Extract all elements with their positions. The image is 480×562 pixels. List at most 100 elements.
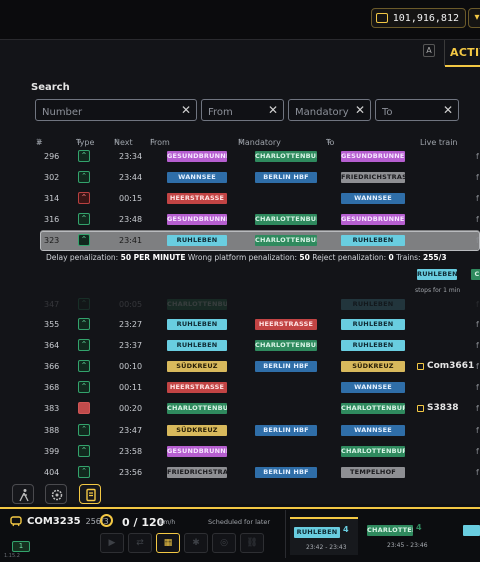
table-row[interactable]: 316 ⌃ 23:48 GESUNDBRUNNEN CHARLOTTENBURG GESU…: [36, 209, 480, 230]
number-field[interactable]: ✕: [35, 99, 197, 123]
walker-button[interactable]: [12, 484, 34, 504]
money-display[interactable]: 101,916,812: [370, 8, 466, 28]
play-button[interactable]: ▶: [100, 533, 124, 553]
trophy-icon[interactable]: ▾: [468, 8, 480, 28]
gear-button[interactable]: [45, 484, 67, 504]
row-trailing: f: [476, 215, 479, 224]
clear-icon[interactable]: ✕: [443, 103, 453, 117]
speed-gauge-icon: [100, 514, 113, 527]
from-station: CHARLOTTENBURG: [167, 403, 227, 414]
table-row[interactable]: 399 ⌃ 23:58 GESUNDBRUNNEN CHARLOTTENBURG f: [36, 441, 480, 462]
next-time: 23:56: [119, 468, 143, 477]
row-trailing: f: [476, 173, 479, 182]
to-field[interactable]: ✕: [375, 99, 459, 123]
train-title[interactable]: COM3235 256/3: [10, 516, 109, 527]
train-name: COM3235: [27, 516, 81, 527]
row-number: 302: [44, 173, 60, 182]
coupling-button[interactable]: ◎: [212, 533, 236, 553]
row-number: 366: [44, 362, 60, 371]
row-trailing: f: [476, 341, 479, 350]
from-station: GESUNDBRUNNEN: [167, 214, 227, 225]
timeline-next-stop[interactable]: [463, 525, 480, 536]
table-row[interactable]: 314 ⌃ 00:15 HEERSTRASSE WANNSEE f: [36, 188, 480, 209]
timeline-station: CHARLOTTENBURG: [367, 525, 413, 536]
train-type-icon: ⌃: [78, 234, 90, 246]
person-icon: [19, 489, 29, 502]
row-trailing: f: [476, 404, 479, 413]
search-title: Search: [31, 82, 70, 93]
from-station: RUHLEBEN: [167, 340, 227, 351]
from-station: HEERSTRASSE: [167, 382, 227, 393]
from-station: WANNSEE: [167, 172, 227, 183]
mandatory-field[interactable]: ✕: [288, 99, 371, 123]
table-row[interactable]: 366 ⌃ 00:10 SÜDKREUZ BERLIN HBF SÜDKREUZ Com36…: [36, 356, 480, 377]
to-station: RUHLEBEN: [341, 340, 405, 351]
table-row[interactable]: 302 ⌃ 23:44 WANNSEE BERLIN HBF FRIEDRICHSTRAS…: [36, 167, 480, 188]
timeline-divider: [285, 510, 286, 558]
table-row[interactable]: 296 ⌃ 23:34 GESUNDBRUNNEN CHARLOTTENBURG GESU…: [36, 146, 480, 167]
schedule-button[interactable]: ▦: [156, 533, 180, 553]
tab-active[interactable]: ACTIVE: [444, 40, 480, 67]
to-station: RUHLEBEN: [341, 319, 405, 330]
from-station: FRIEDRICHSTRASSE: [167, 467, 227, 478]
to-station: CHARLOTTENBURG: [341, 403, 405, 414]
next-time: 23:34: [119, 152, 143, 161]
number-input[interactable]: [36, 102, 196, 123]
to-station: RUHLEBEN: [341, 299, 405, 310]
next-time: 23:44: [119, 173, 143, 182]
stops-text: stops for 1 min: [415, 287, 461, 294]
clear-icon[interactable]: ✕: [181, 103, 191, 117]
platform-number: 4: [343, 525, 349, 534]
next-time: 00:05: [119, 300, 143, 309]
from-station: SÜDKREUZ: [167, 361, 227, 372]
to-station: GESUNDBRUNNEN: [341, 214, 405, 225]
row-number: 316: [44, 215, 60, 224]
from-field[interactable]: ✕: [201, 99, 284, 123]
timeline-stop[interactable]: RUHLEBEN 4 23:42 - 23:43: [290, 517, 358, 555]
live-train-name: Com3661: [427, 361, 475, 371]
timetable-button[interactable]: [79, 484, 101, 504]
from-station: CHARLOTTENBURG: [167, 299, 227, 310]
timeline-stop[interactable]: CHARLOTTENBURG4 23:45 - 23:46: [363, 517, 431, 555]
mandatory-station: BERLIN HBF: [255, 172, 317, 183]
trains-label: Trains:: [396, 253, 421, 262]
row-number: 404: [44, 468, 60, 477]
table-row[interactable]: 383 00:20 CHARLOTTENBURG CHARLOTTENBURG S383…: [36, 398, 480, 419]
table-row[interactable]: 364 ⌃ 23:37 RUHLEBEN CHARLOTTENBURG RUHLEBEN f: [36, 335, 480, 356]
to-station: WANNSEE: [341, 425, 405, 436]
row-trailing: f: [476, 362, 479, 371]
to-station: SÜDKREUZ: [341, 361, 405, 372]
live-train[interactable]: S3838: [417, 403, 459, 413]
link-button[interactable]: ⛓: [240, 533, 264, 553]
table-row[interactable]: 388 ⌃ 23:47 SÜDKREUZ BERLIN HBF WANNSEE f: [36, 420, 480, 441]
row-trailing: f: [476, 300, 479, 309]
delay-value: 50 PER MINUTE: [120, 253, 186, 262]
signal-button[interactable]: ✱: [184, 533, 208, 553]
train-status: Scheduled for later: [208, 518, 271, 526]
table-row[interactable]: 368 ⌃ 00:11 HEERSTRASSE WANNSEE f: [36, 377, 480, 398]
table-row[interactable]: 347 ⌃ 00:05 CHARLOTTENBURG RUHLEBEN f: [36, 294, 480, 315]
table-row[interactable]: 404 ⌃ 23:56 FRIEDRICHSTRASSE BERLIN HBF TEMPE…: [36, 462, 480, 483]
train-icon: [10, 516, 22, 527]
reverse-button[interactable]: ⇄: [128, 533, 152, 553]
to-station: WANNSEE: [341, 193, 405, 204]
clear-icon[interactable]: ✕: [268, 103, 278, 117]
from-station: RUHLEBEN: [167, 235, 227, 246]
train-type-icon: ⌃: [78, 213, 90, 225]
row-number: 296: [44, 152, 60, 161]
from-station: GESUNDBRUNNEN: [167, 446, 227, 457]
wallet-icon: [375, 13, 388, 23]
row-number: 383: [44, 404, 60, 413]
table-row[interactable]: 323 ⌃ 23:41 RUHLEBEN CHARLOTTENBURG RUHLEBEN f: [40, 230, 480, 250]
money-value: 101,916,812: [392, 12, 459, 24]
gear-icon: [51, 489, 63, 501]
row-number: 314: [44, 194, 60, 203]
mandatory-station: CHARLOTTENBURG: [255, 151, 317, 162]
live-train[interactable]: Com3661: [417, 361, 474, 371]
train-type-icon: ⌃: [78, 298, 90, 310]
from-station: GESUNDBRUNNEN: [167, 151, 227, 162]
train-badge: 1: [12, 541, 30, 552]
clear-icon[interactable]: ✕: [355, 103, 365, 117]
train-type-icon: ⌃: [78, 192, 90, 204]
table-row[interactable]: 355 ⌃ 23:27 RUHLEBEN HEERSTRASSE RUHLEBEN f: [36, 314, 480, 335]
